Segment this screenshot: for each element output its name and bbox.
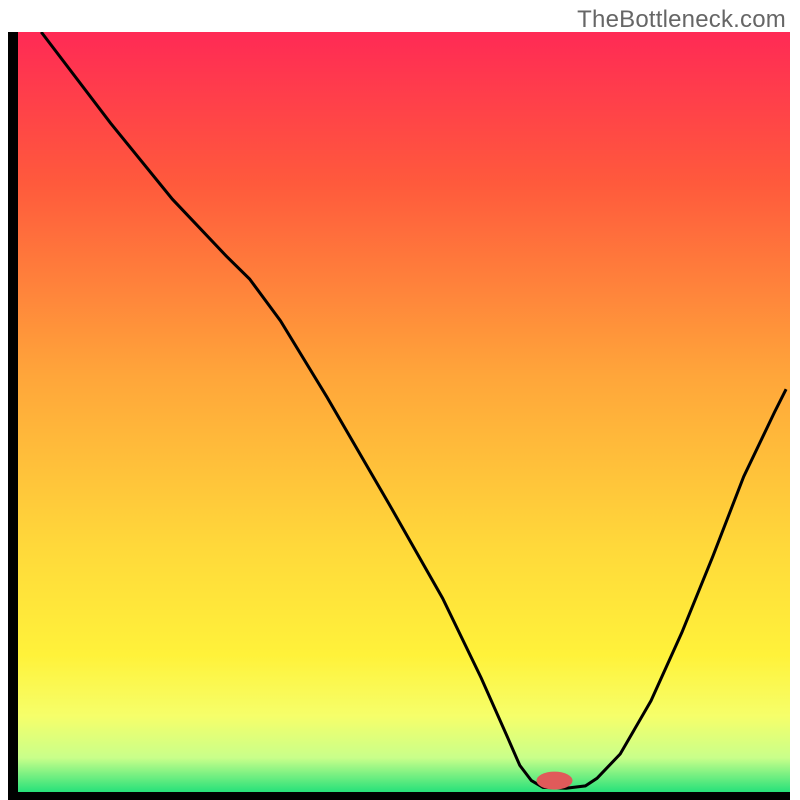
- chart-background: [18, 32, 790, 792]
- chart-marker: [537, 772, 573, 790]
- chart-svg: [0, 0, 800, 800]
- chart-container: TheBottleneck.com: [0, 0, 800, 800]
- watermark-text: TheBottleneck.com: [577, 6, 786, 34]
